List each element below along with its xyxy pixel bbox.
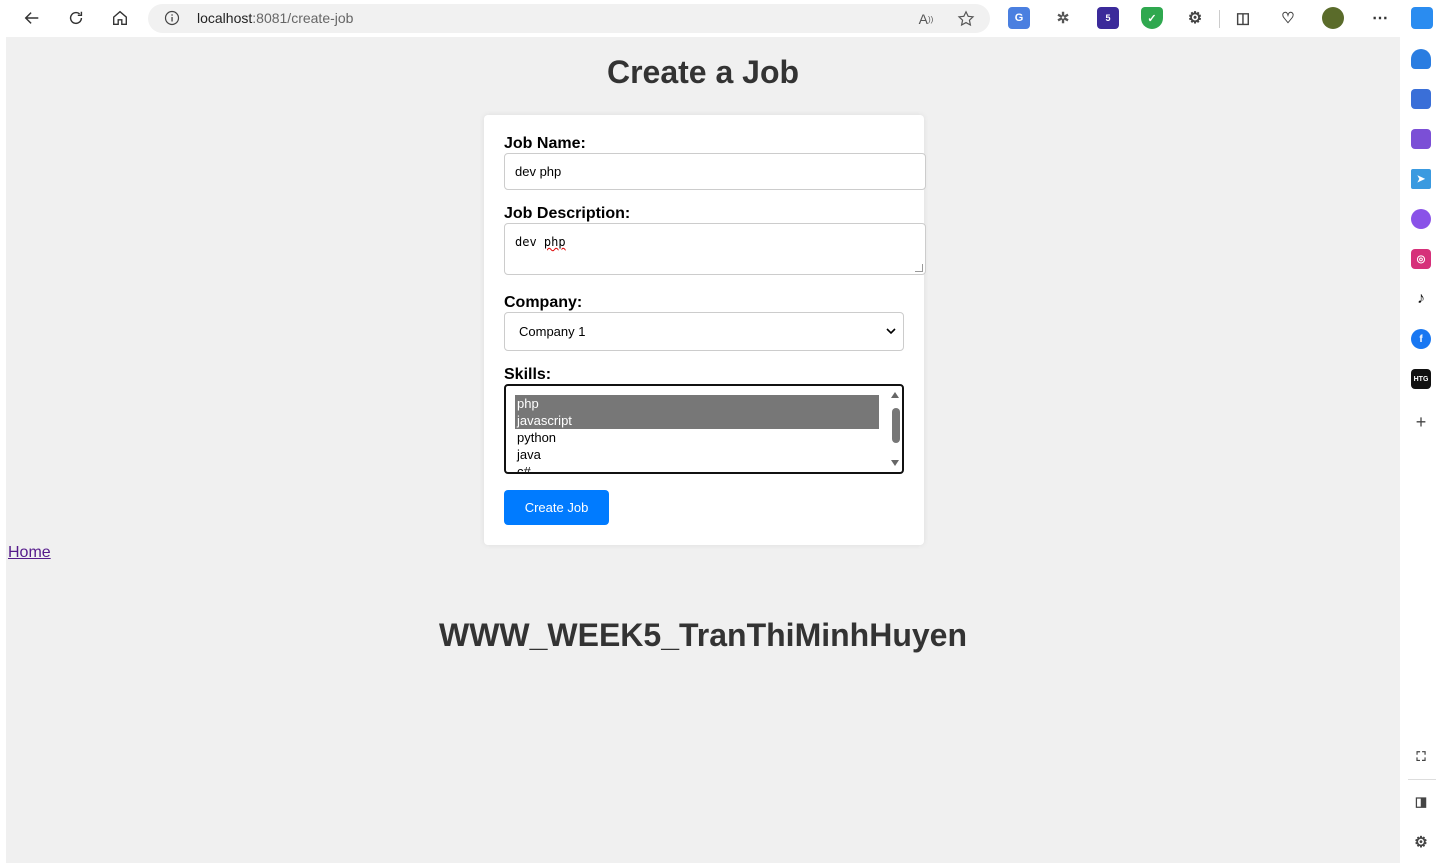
page-viewport: Create a Job Job Name: dev php Job Descr… [6, 37, 1400, 863]
split-screen-icon[interactable]: ◫ [1232, 7, 1254, 29]
copilot-icon[interactable] [1411, 7, 1433, 29]
refresh-icon[interactable] [63, 6, 89, 30]
back-icon[interactable] [19, 6, 45, 30]
more-icon[interactable]: ⋯ [1369, 7, 1391, 29]
skills-label: Skills: [504, 366, 552, 383]
shield-extension-icon[interactable]: ✓ [1141, 7, 1163, 29]
scrollbar-thumb[interactable] [892, 408, 900, 443]
company-selected-value: Company 1 [519, 324, 586, 339]
toolbar-divider [1219, 10, 1220, 28]
favorite-icon[interactable] [956, 9, 976, 29]
home-link[interactable]: Home [8, 544, 51, 562]
bug-extension-icon[interactable]: ✲ [1052, 7, 1074, 29]
url-text[interactable]: localhost:8081/create-job [197, 10, 353, 26]
resize-handle[interactable] [915, 264, 923, 272]
shopping-tag-icon[interactable] [1411, 89, 1431, 109]
info-icon[interactable] [164, 10, 180, 26]
skills-scrollbar[interactable] [888, 386, 902, 472]
sidebar-toggle-icon[interactable]: ◨ [1411, 792, 1431, 812]
address-bar[interactable]: localhost:8081/create-job A)) [148, 4, 990, 33]
company-select[interactable]: Company 1 [504, 312, 904, 351]
stack-extension-icon[interactable]: 5 [1097, 7, 1119, 29]
skill-option-csharp[interactable]: c# [515, 463, 879, 472]
extensions-icon[interactable]: ⚙ [1184, 7, 1206, 29]
profile-avatar[interactable] [1322, 7, 1344, 29]
read-aloud-icon[interactable]: A)) [916, 9, 936, 29]
skill-option-javascript[interactable]: javascript [515, 412, 879, 429]
chevron-down-icon [886, 328, 896, 335]
tools-icon[interactable] [1411, 129, 1431, 149]
telegram-icon[interactable]: ➤ [1411, 169, 1431, 189]
skill-option-php[interactable]: php [515, 395, 879, 412]
htg-label: HTG [1413, 375, 1429, 383]
screenshot-icon[interactable]: ⛶ [1411, 747, 1431, 767]
scroll-down-icon[interactable] [891, 460, 899, 466]
create-job-form: Job Name: dev php Job Description: dev p… [484, 115, 926, 545]
page-title: Create a Job [606, 54, 800, 90]
settings-icon[interactable]: ⚙ [1411, 832, 1431, 852]
performance-icon[interactable]: ♡ [1277, 7, 1299, 29]
create-job-button[interactable]: Create Job [504, 490, 609, 525]
messenger-icon[interactable] [1411, 209, 1431, 229]
browser-toolbar: localhost:8081/create-job A)) G ✲ 5 ✓ ⚙ … [0, 0, 1443, 37]
skill-option-python[interactable]: python [515, 429, 879, 446]
sidebar-divider [1408, 779, 1436, 780]
job-description-label: Job Description: [504, 205, 631, 222]
stack-badge: 5 [1105, 13, 1111, 23]
job-name-label: Job Name: [504, 135, 586, 152]
htg-icon[interactable]: HTG [1411, 369, 1431, 389]
home-icon[interactable] [107, 6, 133, 30]
job-description-text-1: dev [515, 235, 537, 249]
add-icon[interactable]: + [1411, 412, 1431, 432]
instagram-icon[interactable]: ◎ [1411, 249, 1431, 269]
job-description-text-2: php [543, 235, 566, 249]
facebook-icon[interactable]: f [1411, 329, 1431, 349]
translate-extension-icon[interactable]: G [1008, 7, 1030, 29]
job-name-input[interactable]: dev php [504, 153, 926, 190]
footer-title: WWW_WEEK5_TranThiMinhHuyen [439, 617, 967, 653]
scroll-up-icon[interactable] [891, 392, 899, 398]
browser-sidebar: ➤ ◎ ♪ f HTG + ⛶ ◨ ⚙ [1400, 37, 1443, 867]
tiktok-icon[interactable]: ♪ [1411, 289, 1431, 309]
skill-option-java[interactable]: java [515, 446, 879, 463]
job-description-textarea[interactable]: dev php [504, 223, 926, 275]
notifications-icon[interactable] [1411, 49, 1431, 69]
company-label: Company: [504, 294, 583, 311]
skills-listbox[interactable]: php javascript python java c# [504, 384, 904, 474]
